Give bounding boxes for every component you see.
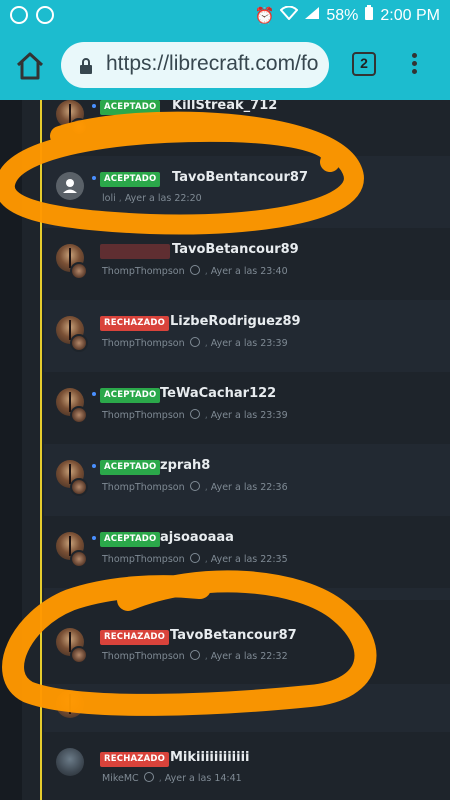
status-bar: ⏰ 58% 2:00 PM xyxy=(0,0,450,32)
timestamp: Ayer a las 22:20 xyxy=(124,193,202,204)
status-badge: RECHAZADO xyxy=(100,752,170,767)
author-name[interactable]: loli xyxy=(102,193,116,204)
username[interactable]: LizbeRodriguez89 xyxy=(170,314,301,329)
browser-toolbar: https://librecraft.com/fo 2 xyxy=(0,32,450,100)
timestamp: Ayer a las 23:39 xyxy=(210,410,288,421)
entry-meta: ThompThompson , Ayer a las 22:36 xyxy=(102,481,288,493)
username[interactable]: TavoBetancour87 xyxy=(170,628,297,643)
list-item[interactable]: ACEPTADO TeWaCachar122 ThompThompson , A… xyxy=(44,372,450,444)
status-badge: RECHAZADO xyxy=(100,316,170,331)
author-name[interactable]: ThompThompson xyxy=(102,554,185,565)
verified-icon xyxy=(189,481,200,491)
lock-icon xyxy=(80,58,92,74)
username[interactable]: TavoBetancour89 xyxy=(172,242,299,257)
author-name[interactable]: MikeMC xyxy=(102,773,139,784)
entry-meta: loli , Ayer a las 22:20 xyxy=(102,193,202,204)
list-item[interactable]: ACEPTADO TavoBentancour87 loli , Ayer a … xyxy=(44,156,450,228)
clock: 2:00 PM xyxy=(380,6,440,24)
username[interactable]: Mikiiiiiiiiiiii xyxy=(170,750,250,765)
battery-icon xyxy=(364,5,374,26)
username[interactable]: KillStreak_712 xyxy=(172,100,277,113)
username[interactable]: zprah8 xyxy=(160,458,210,473)
entry-meta: ThompThompson , Ayer a las 23:39 xyxy=(102,409,288,421)
list-item[interactable]: RECHAZADO Mikiiiiiiiiiiii MikeMC , Ayer … xyxy=(44,732,450,800)
author-avatar xyxy=(70,406,88,424)
author-avatar xyxy=(70,478,88,496)
log-list: ACEPTADO KillStreak_712 ACEPTADO TavoBen… xyxy=(0,100,450,800)
side-rail xyxy=(0,100,22,800)
username[interactable]: ajsoaoaaa xyxy=(160,530,234,545)
avatar xyxy=(56,172,84,200)
status-badge: ACEPTADO xyxy=(100,532,161,547)
list-item[interactable]: ACEPTADO KillStreak_712 xyxy=(44,100,450,156)
timestamp: Ayer a las 23:39 xyxy=(210,338,288,349)
url-bar[interactable]: https://librecraft.com/fo xyxy=(61,42,329,88)
signal-icon xyxy=(304,6,320,25)
wifi-icon xyxy=(279,5,299,25)
entry-meta: ThompThompson , Ayer a las 23:40 xyxy=(102,265,288,277)
whatsapp-icon xyxy=(36,6,54,24)
spotify-icon xyxy=(10,6,28,24)
author-avatar xyxy=(70,118,88,136)
alarm-icon: ⏰ xyxy=(254,7,275,25)
verified-icon xyxy=(189,650,200,660)
battery-text: 58% xyxy=(326,6,359,24)
author-name[interactable]: ThompThompson xyxy=(102,266,185,277)
unread-dot xyxy=(92,464,96,468)
timestamp: Ayer a las 22:32 xyxy=(210,651,288,662)
unread-dot xyxy=(92,176,96,180)
status-badge: ACEPTADO xyxy=(100,172,161,187)
overflow-menu-button[interactable] xyxy=(406,50,422,80)
timestamp: Ayer a las 14:41 xyxy=(164,773,242,784)
author-avatar xyxy=(70,646,88,664)
timestamp: Ayer a las 22:36 xyxy=(210,482,288,493)
author-avatar xyxy=(70,262,88,280)
author-name[interactable]: ThompThompson xyxy=(102,651,185,662)
list-item[interactable]: ACEPTADO zprah8 ThompThompson , Ayer a l… xyxy=(44,444,450,516)
verified-icon xyxy=(143,772,154,782)
url-text: https://librecraft.com/fo xyxy=(106,52,319,75)
entry-meta: ThompThompson , Ayer a las 22:32 xyxy=(102,650,288,662)
timestamp: Ayer a las 22:35 xyxy=(210,554,288,565)
status-badge: ACEPTADO xyxy=(100,100,161,115)
status-badge: RECHAZADO xyxy=(100,630,170,645)
avatar xyxy=(56,748,84,776)
unread-dot xyxy=(92,104,96,108)
username[interactable]: TeWaCachar122 xyxy=(160,386,276,401)
username[interactable]: TavoBentancour87 xyxy=(172,170,308,185)
author-name[interactable]: ThompThompson xyxy=(102,482,185,493)
verified-icon xyxy=(189,265,200,275)
author-avatar xyxy=(70,334,88,352)
unread-dot xyxy=(92,392,96,396)
author-avatar xyxy=(70,550,88,568)
timeline-line xyxy=(40,100,42,800)
list-item[interactable]: RECHAZADO LizbeRodriguez89 ThompThompson… xyxy=(44,300,450,372)
list-item[interactable]: RECHAZADO TavoBetancour87 ThompThompson … xyxy=(44,600,450,684)
list-item[interactable] xyxy=(44,684,450,732)
list-item[interactable]: ACEPTADO ajsoaoaaa ThompThompson , Ayer … xyxy=(44,516,450,588)
author-name[interactable]: ThompThompson xyxy=(102,410,185,421)
user-icon xyxy=(63,179,77,193)
home-icon xyxy=(16,52,44,80)
timestamp: Ayer a las 23:40 xyxy=(210,266,288,277)
home-button[interactable] xyxy=(14,50,46,82)
list-item[interactable]: TavoBetancour89 ThompThompson , Ayer a l… xyxy=(44,228,450,300)
status-badge xyxy=(100,244,170,259)
status-badge: ACEPTADO xyxy=(100,388,161,403)
entry-meta: ThompThompson , Ayer a las 23:39 xyxy=(102,337,288,349)
avatar xyxy=(56,690,84,718)
entry-meta: MikeMC , Ayer a las 14:41 xyxy=(102,772,242,784)
status-badge: ACEPTADO xyxy=(100,460,161,475)
verified-icon xyxy=(189,553,200,563)
unread-dot xyxy=(92,536,96,540)
entry-meta: ThompThompson , Ayer a las 22:35 xyxy=(102,553,288,565)
tab-switcher-button[interactable]: 2 xyxy=(352,52,376,76)
verified-icon xyxy=(189,409,200,419)
author-name[interactable]: ThompThompson xyxy=(102,338,185,349)
verified-icon xyxy=(189,337,200,347)
